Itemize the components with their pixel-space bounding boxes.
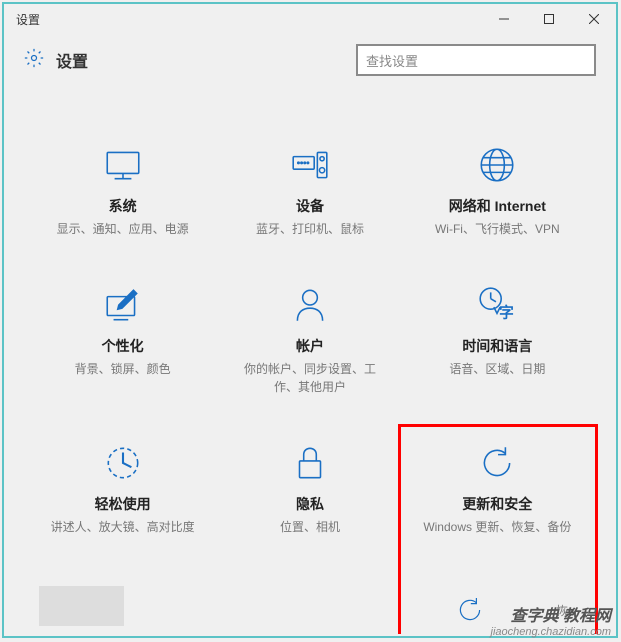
tile-devices[interactable]: 设备 蓝牙、打印机、鼠标	[221, 136, 398, 246]
tile-personalization[interactable]: 个性化 背景、锁屏、颜色	[34, 276, 211, 404]
watermark-main: 查字典 教程网	[491, 602, 611, 626]
tile-desc: 背景、锁屏、颜色	[75, 360, 171, 378]
tile-desc: 语音、区域、日期	[449, 360, 545, 378]
maximize-button[interactable]	[526, 4, 571, 34]
header: 设置 查找设置	[4, 34, 616, 96]
watermark: 查字典 教程网 jiaocheng.chazidian.com	[491, 602, 611, 638]
tile-network[interactable]: 网络和 Internet Wi-Fi、飞行模式、VPN	[409, 136, 586, 246]
tile-desc: 讲述人、放大镜、高对比度	[51, 518, 195, 536]
tile-update-security[interactable]: 更新和安全 Windows 更新、恢复、备份	[409, 434, 586, 544]
tile-title: 隐私	[296, 494, 324, 514]
globe-icon	[476, 144, 518, 186]
update-icon	[476, 442, 518, 484]
tile-title: 轻松使用	[95, 494, 151, 514]
tile-desc: 你的帐户、同步设置、工作、其他用户	[235, 360, 385, 396]
tile-desc: Wi-Fi、飞行模式、VPN	[435, 220, 560, 238]
minimize-button[interactable]	[481, 4, 526, 34]
redacted-area	[39, 586, 124, 626]
devices-icon	[289, 144, 331, 186]
page-title: 设置	[56, 48, 88, 72]
tile-privacy[interactable]: 隐私 位置、相机	[221, 434, 398, 544]
search-input[interactable]: 查找设置	[356, 44, 596, 76]
tile-accounts[interactable]: 帐户 你的帐户、同步设置、工作、其他用户	[221, 276, 398, 404]
tile-title: 系统	[109, 196, 137, 216]
close-button[interactable]	[571, 4, 616, 34]
tile-title: 网络和 Internet	[449, 196, 546, 216]
lock-icon	[289, 442, 331, 484]
tile-title: 个性化	[102, 336, 144, 356]
tile-title: 更新和安全	[462, 494, 532, 514]
window-title: 设置	[16, 11, 40, 28]
tile-desc: Windows 更新、恢复、备份	[423, 518, 571, 536]
tile-title: 帐户	[296, 336, 324, 356]
tile-ease-of-access[interactable]: 轻松使用 讲述人、放大镜、高对比度	[34, 434, 211, 544]
person-icon	[289, 284, 331, 326]
svg-text:字: 字	[499, 304, 514, 322]
time-language-icon: 字	[476, 284, 518, 326]
tile-desc: 位置、相机	[280, 518, 340, 536]
watermark-sub: jiaocheng.chazidian.com	[491, 626, 611, 638]
header-left: 设置	[24, 48, 88, 73]
tile-system[interactable]: 系统 显示、通知、应用、电源	[34, 136, 211, 246]
personalization-icon	[102, 284, 144, 326]
gear-icon	[24, 48, 44, 73]
tile-desc: 蓝牙、打印机、鼠标	[256, 220, 364, 238]
settings-grid: 系统 显示、通知、应用、电源 设备 蓝牙、打印机、鼠标 网络和 Internet…	[4, 96, 616, 564]
display-icon	[102, 144, 144, 186]
tile-title: 时间和语言	[462, 336, 532, 356]
tile-time-language[interactable]: 字 时间和语言 语音、区域、日期	[409, 276, 586, 404]
tile-title: 设备	[296, 196, 324, 216]
search-placeholder: 查找设置	[366, 51, 418, 70]
ease-of-access-icon	[102, 442, 144, 484]
titlebar: 设置	[4, 4, 616, 34]
tile-desc: 显示、通知、应用、电源	[57, 220, 189, 238]
window-controls	[481, 4, 616, 34]
settings-window: 设置 设置 查找设置 系统	[2, 2, 618, 638]
